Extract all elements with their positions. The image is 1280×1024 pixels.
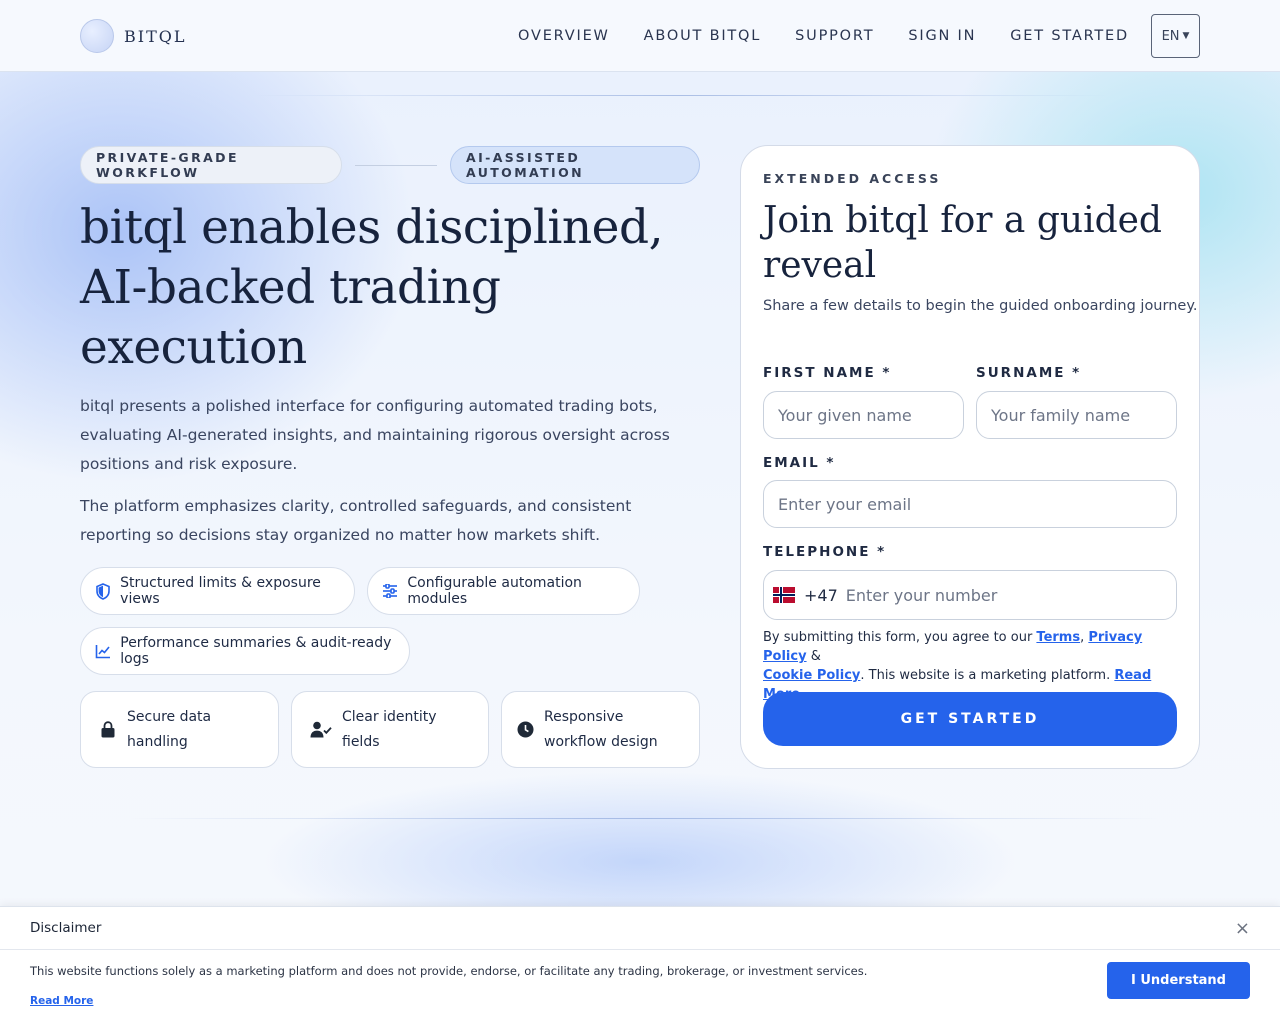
disclaimer-banner: Disclaimer × This website functions sole… bbox=[0, 906, 1280, 1024]
tag-ai-assisted: AI-ASSISTED AUTOMATION bbox=[450, 146, 700, 184]
get-started-button[interactable]: GET STARTED bbox=[763, 692, 1177, 746]
language-selector[interactable]: EN ▼ bbox=[1151, 14, 1200, 58]
first-name-label: FIRST NAME * bbox=[763, 365, 892, 381]
telephone-field-group: +47 bbox=[763, 570, 1177, 620]
nav-sign-in[interactable]: SIGN IN bbox=[908, 28, 976, 44]
logo-mark-icon bbox=[80, 19, 114, 53]
feature-limits: Structured limits & exposure views bbox=[80, 567, 355, 615]
terms-prefix: By submitting this form, you agree to ou… bbox=[763, 630, 1037, 645]
hero-paragraph-1: bitql presents a polished interface for … bbox=[80, 397, 670, 473]
card-identity: Clear identity fields bbox=[291, 691, 489, 768]
nav-overview[interactable]: OVERVIEW bbox=[518, 28, 610, 44]
disclaimer-text: This website functions solely as a marke… bbox=[30, 964, 868, 978]
form-title: Join bitql for a guided reveal bbox=[763, 200, 1162, 286]
user-check-icon bbox=[310, 721, 332, 739]
clock-icon bbox=[516, 721, 534, 739]
tag-private-grade: PRIVATE-GRADE WORKFLOW bbox=[80, 146, 342, 184]
card-label: Secure data handling bbox=[127, 708, 212, 750]
feature-label: Performance summaries & audit-ready logs bbox=[120, 635, 392, 667]
tag-connector-line bbox=[355, 165, 437, 166]
surname-field[interactable] bbox=[976, 391, 1177, 439]
language-code: EN bbox=[1161, 28, 1180, 44]
form-eyebrow: EXTENDED ACCESS bbox=[763, 171, 942, 186]
dial-code: +47 bbox=[804, 585, 838, 605]
nav-get-started[interactable]: GET STARTED bbox=[1010, 28, 1129, 44]
card-secure-data: Secure data handling bbox=[80, 691, 279, 768]
main-nav: OVERVIEW ABOUT BITQL SUPPORT SIGN IN GET… bbox=[518, 14, 1200, 58]
signup-form-card: EXTENDED ACCESS Join bitql for a guided … bbox=[740, 145, 1200, 769]
terms-middle: . This website is a marketing platform. bbox=[860, 668, 1115, 683]
disclaimer-header: Disclaimer × bbox=[0, 907, 1280, 950]
nav-support[interactable]: SUPPORT bbox=[795, 28, 874, 44]
terms-separator: & bbox=[806, 649, 821, 664]
form-subtitle: Share a few details to begin the guided … bbox=[763, 298, 1198, 314]
line-chart-icon bbox=[95, 642, 111, 660]
first-name-field[interactable] bbox=[763, 391, 964, 439]
card-responsive: Responsive workflow design bbox=[501, 691, 700, 768]
surname-label: SURNAME * bbox=[976, 365, 1082, 381]
divider-top bbox=[250, 95, 1110, 96]
brand-logo[interactable]: BITQL bbox=[80, 19, 187, 53]
telephone-field[interactable] bbox=[845, 585, 1176, 605]
feature-automation: Configurable automation modules bbox=[367, 567, 640, 615]
terms-link[interactable]: Terms bbox=[1036, 630, 1080, 645]
shield-icon bbox=[95, 582, 111, 600]
email-label: EMAIL * bbox=[763, 455, 836, 471]
sliders-icon bbox=[382, 582, 398, 600]
caret-down-icon: ▼ bbox=[1182, 31, 1190, 41]
close-icon[interactable]: × bbox=[1235, 918, 1250, 939]
feature-label: Configurable automation modules bbox=[407, 575, 582, 607]
card-label: Clear identity fields bbox=[342, 708, 437, 750]
lock-icon bbox=[99, 721, 117, 739]
card-label: Responsive workflow design bbox=[544, 708, 658, 750]
email-field[interactable] bbox=[763, 480, 1177, 528]
telephone-label: TELEPHONE * bbox=[763, 544, 887, 560]
feature-performance: Performance summaries & audit-ready logs bbox=[80, 627, 410, 675]
disclaimer-read-more-link[interactable]: Read More bbox=[30, 995, 93, 1007]
hero-paragraph-2: The platform emphasizes clarity, control… bbox=[80, 497, 632, 544]
i-understand-button[interactable]: I Understand bbox=[1107, 962, 1250, 999]
cookie-policy-link[interactable]: Cookie Policy bbox=[763, 668, 860, 683]
hero-title: bitql enables disciplined, AI-backed tra… bbox=[80, 200, 664, 375]
site-header: BITQL OVERVIEW ABOUT BITQL SUPPORT SIGN … bbox=[0, 0, 1280, 72]
divider-bottom bbox=[130, 818, 1160, 819]
norway-flag-icon[interactable] bbox=[773, 587, 795, 603]
disclaimer-title: Disclaimer bbox=[30, 920, 102, 936]
nav-about[interactable]: ABOUT BITQL bbox=[644, 28, 761, 44]
feature-label: Structured limits & exposure views bbox=[120, 575, 321, 607]
brand-name: BITQL bbox=[124, 26, 187, 46]
